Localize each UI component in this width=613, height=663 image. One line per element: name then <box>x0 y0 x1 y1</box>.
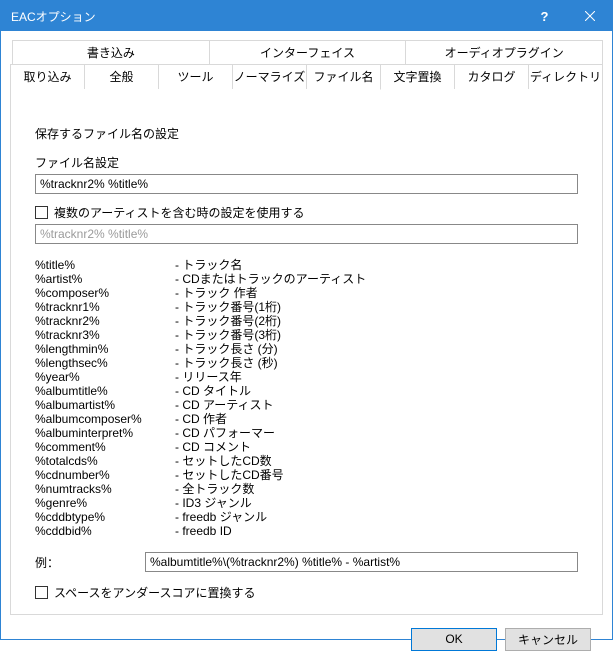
variable-desc: - トラック番号(1桁) <box>175 300 281 314</box>
variable-row: %tracknr2%- トラック番号(2桁) <box>35 314 578 328</box>
tab-取り込み[interactable]: 取り込み <box>10 64 85 89</box>
variable-key: %cddbtype% <box>35 510 175 524</box>
variable-row: %comment%- CD コメント <box>35 440 578 454</box>
variable-key: %year% <box>35 370 175 384</box>
variable-desc: - トラック長さ (分) <box>175 342 278 356</box>
example-label: 例： <box>35 554 145 571</box>
tab-row-lower: 取り込み全般ツールノーマライズファイル名文字置換カタログディレクトリ <box>10 64 603 89</box>
variable-key: %tracknr3% <box>35 328 175 342</box>
section-heading: 保存するファイル名の設定 <box>35 125 578 142</box>
variable-desc: - CD アーティスト <box>175 398 274 412</box>
variable-key: %totalcds% <box>35 454 175 468</box>
close-button[interactable] <box>567 1 612 31</box>
tab-ファイル名[interactable]: ファイル名 <box>307 64 381 90</box>
variable-row: %cddbid%- freedb ID <box>35 524 578 538</box>
variable-key: %cddbid% <box>35 524 175 538</box>
dialog-footer: OK キャンセル <box>10 615 603 663</box>
titlebar: EACオプション ? <box>1 1 612 31</box>
variable-row: %genre%- ID3 ジャンル <box>35 496 578 510</box>
variable-desc: - CD パフォーマー <box>175 426 275 440</box>
variable-row: %totalcds%- セットしたCD数 <box>35 454 578 468</box>
variable-row: %albumcomposer%- CD 作者 <box>35 412 578 426</box>
variable-row: %composer%- トラック 作者 <box>35 286 578 300</box>
multi-artist-checkbox[interactable] <box>35 206 48 219</box>
multi-artist-label: 複数のアーティストを含む時の設定を使用する <box>54 204 305 221</box>
variable-desc: - ID3 ジャンル <box>175 496 252 510</box>
variable-desc: - CD 作者 <box>175 412 227 426</box>
tab-ツール[interactable]: ツール <box>159 64 233 89</box>
tab-ディレクトリ[interactable]: ディレクトリ <box>529 64 603 89</box>
variable-desc: - リリース年 <box>175 370 242 384</box>
variable-desc: - トラック番号(2桁) <box>175 314 281 328</box>
window-title: EACオプション <box>11 8 96 25</box>
variable-desc: - CD コメント <box>175 440 251 454</box>
tab-ノーマライズ[interactable]: ノーマライズ <box>233 64 307 89</box>
variable-desc: - セットしたCD数 <box>175 454 272 468</box>
tab-文字置換[interactable]: 文字置換 <box>381 64 455 89</box>
variable-row: %cdnumber%- セットしたCD番号 <box>35 468 578 482</box>
variable-desc: - トラック 作者 <box>175 286 258 300</box>
tab-row-upper: 書き込みインターフェイスオーディオプラグイン <box>12 40 603 65</box>
variable-row: %tracknr3%- トラック番号(3桁) <box>35 328 578 342</box>
replace-spaces-checkbox[interactable] <box>35 586 48 599</box>
variable-row: %cddbtype%- freedb ジャンル <box>35 510 578 524</box>
filename-label: ファイル名設定 <box>35 154 578 171</box>
tab-インターフェイス[interactable]: インターフェイス <box>210 40 407 65</box>
close-icon <box>585 11 595 21</box>
variable-desc: - freedb ジャンル <box>175 510 267 524</box>
variable-desc: - トラック長さ (秒) <box>175 356 278 370</box>
variable-key: %tracknr2% <box>35 314 175 328</box>
variable-desc: - トラック名 <box>175 258 242 272</box>
variable-desc: - トラック番号(3桁) <box>175 328 281 342</box>
variable-row: %albumartist%- CD アーティスト <box>35 398 578 412</box>
variable-key: %lengthsec% <box>35 356 175 370</box>
variable-key: %tracknr1% <box>35 300 175 314</box>
variable-row: %title%- トラック名 <box>35 258 578 272</box>
tab-書き込み[interactable]: 書き込み <box>12 40 210 65</box>
help-button[interactable]: ? <box>522 1 567 31</box>
example-input[interactable] <box>145 552 578 572</box>
variable-key: %albumtitle% <box>35 384 175 398</box>
variable-key: %lengthmin% <box>35 342 175 356</box>
variable-key: %artist% <box>35 272 175 286</box>
multi-artist-input <box>35 224 578 244</box>
variable-row: %numtracks%- 全トラック数 <box>35 482 578 496</box>
ok-button[interactable]: OK <box>411 628 497 651</box>
variable-row: %artist%- CDまたはトラックのアーティスト <box>35 272 578 286</box>
variable-desc: - CDまたはトラックのアーティスト <box>175 272 366 286</box>
variable-key: %numtracks% <box>35 482 175 496</box>
variable-desc: - freedb ID <box>175 524 232 538</box>
variable-row: %albumtitle%- CD タイトル <box>35 384 578 398</box>
tab-オーディオプラグイン[interactable]: オーディオプラグイン <box>406 40 603 65</box>
variable-row: %year%- リリース年 <box>35 370 578 384</box>
filename-input[interactable] <box>35 174 578 194</box>
variable-list: %title%- トラック名%artist%- CDまたはトラックのアーティスト… <box>35 258 578 538</box>
variable-row: %lengthmin%- トラック長さ (分) <box>35 342 578 356</box>
variable-desc: - 全トラック数 <box>175 482 254 496</box>
variable-key: %composer% <box>35 286 175 300</box>
variable-key: %genre% <box>35 496 175 510</box>
dialog-window: EACオプション ? 書き込みインターフェイスオーディオプラグイン 取り込み全般… <box>0 0 613 640</box>
variable-key: %comment% <box>35 440 175 454</box>
variable-key: %albumartist% <box>35 398 175 412</box>
variable-key: %albuminterpret% <box>35 426 175 440</box>
cancel-button[interactable]: キャンセル <box>505 628 591 651</box>
variable-desc: - セットしたCD番号 <box>175 468 284 482</box>
variable-row: %albuminterpret%- CD パフォーマー <box>35 426 578 440</box>
variable-row: %lengthsec%- トラック長さ (秒) <box>35 356 578 370</box>
tab-panel-filename: 保存するファイル名の設定 ファイル名設定 複数のアーティストを含む時の設定を使用… <box>10 88 603 615</box>
tab-カタログ[interactable]: カタログ <box>455 64 529 89</box>
variable-key: %title% <box>35 258 175 272</box>
variable-key: %albumcomposer% <box>35 412 175 426</box>
variable-desc: - CD タイトル <box>175 384 251 398</box>
replace-spaces-label: スペースをアンダースコアに置換する <box>54 584 255 601</box>
variable-key: %cdnumber% <box>35 468 175 482</box>
tab-全般[interactable]: 全般 <box>85 64 159 89</box>
variable-row: %tracknr1%- トラック番号(1桁) <box>35 300 578 314</box>
